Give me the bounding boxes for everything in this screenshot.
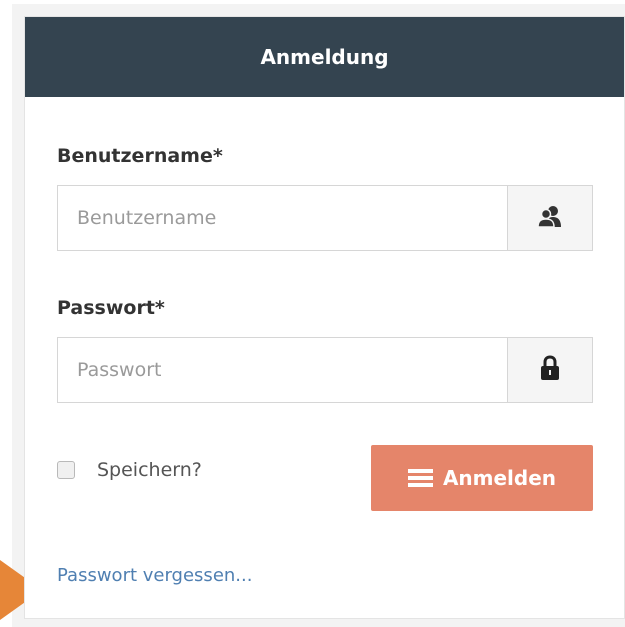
username-addon	[507, 186, 592, 250]
username-label: Benutzername*	[57, 145, 223, 167]
login-button-label: Anmelden	[442, 466, 557, 490]
lock-icon	[540, 355, 560, 385]
password-label: Passwort*	[57, 297, 165, 319]
username-input[interactable]	[58, 186, 507, 250]
password-input-group	[57, 337, 593, 403]
remember-me[interactable]: Speichern?	[57, 459, 202, 481]
password-addon	[507, 338, 592, 402]
login-button[interactable]: Anmelden	[371, 445, 593, 511]
login-panel: Anmeldung Benutzername* Passwort*	[24, 16, 625, 619]
forgot-password-link[interactable]: Passwort vergessen...	[57, 565, 252, 586]
password-input[interactable]	[58, 338, 507, 402]
panel-title: Anmeldung	[260, 45, 389, 69]
login-page: Anmeldung Benutzername* Passwort*	[0, 0, 625, 627]
remember-label: Speichern?	[97, 459, 202, 481]
remember-checkbox[interactable]	[57, 461, 75, 479]
username-input-group	[57, 185, 593, 251]
menu-icon	[407, 466, 433, 490]
panel-header: Anmeldung	[25, 17, 624, 97]
users-icon	[536, 204, 564, 232]
